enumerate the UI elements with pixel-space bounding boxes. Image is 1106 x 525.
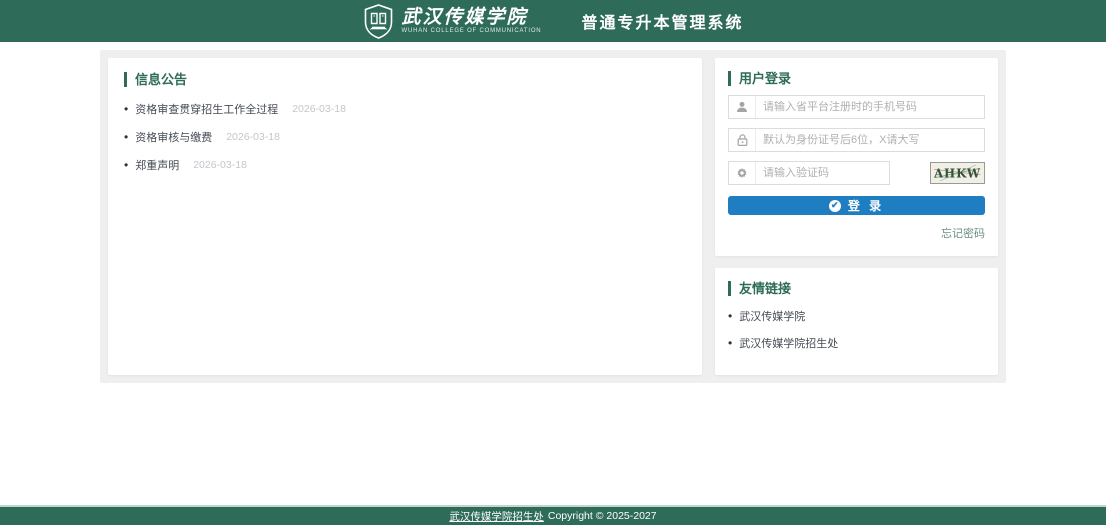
- gear-icon: [729, 162, 756, 184]
- bullet-icon: •: [124, 160, 128, 171]
- top-header-bar: 武汉传媒学院 WUHAN COLLEGE OF COMMUNICATION 普通…: [0, 0, 1106, 42]
- announcement-link[interactable]: 郑重声明: [135, 157, 179, 173]
- captcha-image[interactable]: AHKW: [930, 162, 985, 184]
- announcements-card: 信息公告 • 资格审查贯穿招生工作全过程 2026-03-18 • 资格审核与缴…: [108, 58, 702, 375]
- announcement-date: 2026-03-18: [193, 159, 247, 171]
- announcement-date: 2026-03-18: [292, 103, 346, 115]
- bullet-icon: •: [728, 311, 732, 322]
- login-button-label: 登 录: [848, 197, 884, 214]
- announcement-item[interactable]: • 资格审查贯穿招生工作全过程 2026-03-18: [124, 101, 686, 117]
- announcements-list: • 资格审查贯穿招生工作全过程 2026-03-18 • 资格审核与缴费 202…: [124, 101, 686, 173]
- lock-icon: [729, 129, 756, 151]
- bullet-icon: •: [124, 104, 128, 115]
- college-name: 武汉传媒学院: [402, 7, 542, 27]
- announcement-item[interactable]: • 资格审核与缴费 2026-03-18: [124, 129, 686, 145]
- main-content: 信息公告 • 资格审查贯穿招生工作全过程 2026-03-18 • 资格审核与缴…: [100, 50, 1006, 383]
- captcha-text: AHKW: [933, 167, 981, 181]
- friendly-link-item[interactable]: • 武汉传媒学院: [728, 308, 985, 324]
- footer-bar: 武汉传媒学院招生处 Copyright © 2025-2027: [0, 505, 1106, 525]
- friendly-links-title: 友情链接: [728, 281, 985, 296]
- system-title: 普通专升本管理系统: [581, 9, 743, 33]
- college-logo-shield-icon: [363, 4, 394, 39]
- announcement-link[interactable]: 资格审核与缴费: [135, 129, 212, 145]
- check-circle-icon: ✔: [829, 200, 841, 212]
- captcha-row: AHKW: [728, 161, 985, 185]
- phone-input-row: [728, 95, 985, 119]
- password-input[interactable]: [756, 134, 984, 146]
- friendly-link-item[interactable]: • 武汉传媒学院招生处: [728, 335, 985, 351]
- friendly-links-list: • 武汉传媒学院 • 武汉传媒学院招生处: [728, 308, 985, 351]
- phone-input[interactable]: [756, 101, 984, 113]
- login-button[interactable]: ✔ 登 录: [728, 196, 985, 215]
- captcha-input[interactable]: [756, 167, 889, 179]
- college-name-block: 武汉传媒学院 WUHAN COLLEGE OF COMMUNICATION: [402, 7, 542, 35]
- footer-org-link[interactable]: 武汉传媒学院招生处: [449, 509, 544, 524]
- college-name-english: WUHAN COLLEGE OF COMMUNICATION: [402, 27, 542, 35]
- friendly-link[interactable]: 武汉传媒学院招生处: [739, 335, 838, 351]
- user-icon: [729, 96, 756, 118]
- friendly-links-card: 友情链接 • 武汉传媒学院 • 武汉传媒学院招生处: [715, 268, 998, 375]
- brand-group: 武汉传媒学院 WUHAN COLLEGE OF COMMUNICATION: [363, 4, 542, 39]
- footer-copyright: Copyright © 2025-2027: [548, 510, 657, 522]
- captcha-input-box: [728, 161, 890, 185]
- announcement-item[interactable]: • 郑重声明 2026-03-18: [124, 157, 686, 173]
- bullet-icon: •: [728, 338, 732, 349]
- announcements-title: 信息公告: [124, 72, 686, 87]
- friendly-link[interactable]: 武汉传媒学院: [739, 308, 805, 324]
- password-input-row: [728, 128, 985, 152]
- right-column: 用户登录: [715, 58, 998, 375]
- announcement-date: 2026-03-18: [226, 131, 280, 143]
- login-card: 用户登录: [715, 58, 998, 256]
- forgot-password-link[interactable]: 忘记密码: [941, 228, 985, 240]
- bullet-icon: •: [124, 132, 128, 143]
- announcement-link[interactable]: 资格审查贯穿招生工作全过程: [135, 101, 278, 117]
- login-title: 用户登录: [728, 71, 985, 86]
- forgot-password-row: 忘记密码: [728, 224, 985, 242]
